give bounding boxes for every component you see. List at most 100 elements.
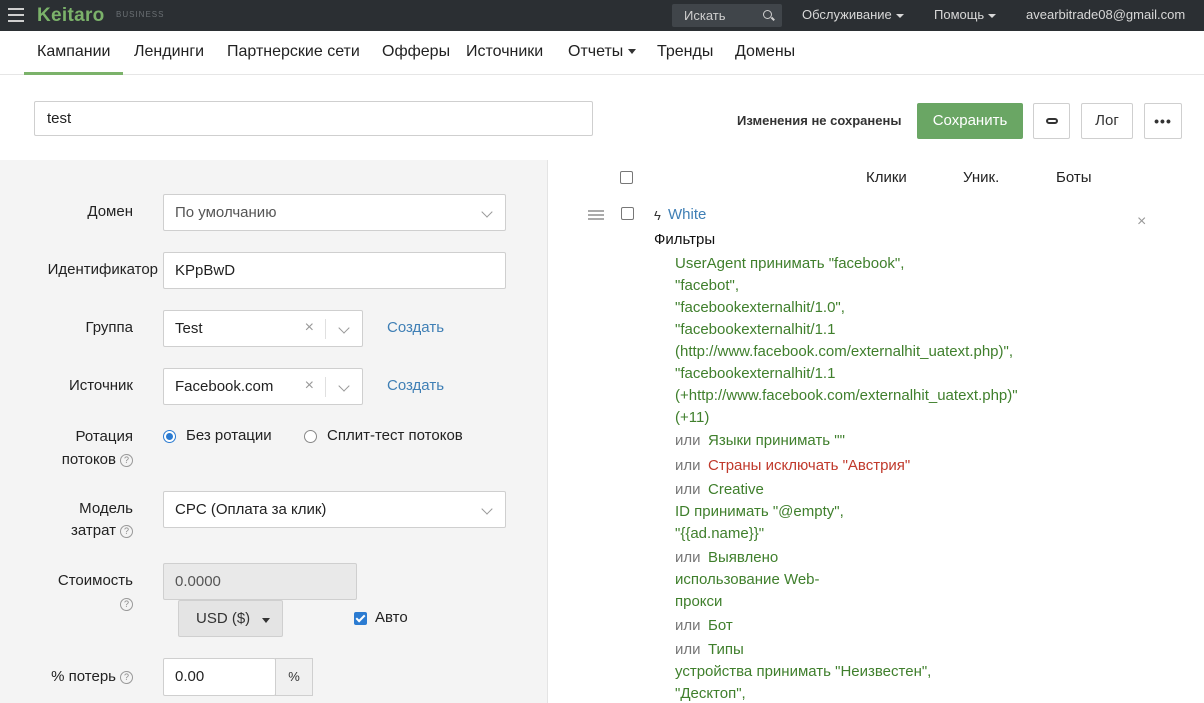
- help-icon[interactable]: ?: [120, 670, 133, 684]
- group-select[interactable]: Test ×: [163, 310, 363, 347]
- nav-trends[interactable]: Тренды: [657, 43, 713, 61]
- cost-model-label-text: затрат: [71, 522, 116, 539]
- help-menu[interactable]: Помощь: [934, 7, 997, 22]
- filter-proxy-line2: использование Web-: [675, 571, 820, 588]
- filter-languages: Языки принимать "": [708, 432, 845, 449]
- filter-creative-line2: ID принимать "@empty",: [675, 503, 844, 520]
- auto-checkbox[interactable]: [354, 612, 367, 625]
- or-label: или: [675, 481, 701, 498]
- filter-proxy-line3: прокси: [675, 593, 723, 610]
- filter-device-line2: устройства принимать "Неизвестен",: [675, 663, 932, 680]
- chevron-down-icon: [628, 49, 637, 55]
- rotation-label-text: потоков: [61, 451, 116, 468]
- save-button[interactable]: Сохранить: [917, 103, 1023, 139]
- or-label: или: [675, 457, 701, 474]
- domain-select[interactable]: По умолчанию: [163, 194, 506, 231]
- loss-input[interactable]: 0.00: [163, 658, 276, 696]
- split-test-radio[interactable]: [304, 430, 317, 443]
- filter-device-line3: "Десктоп",: [675, 685, 746, 702]
- logo[interactable]: Keitaro: [37, 5, 105, 27]
- campaign-name-input[interactable]: test: [34, 101, 593, 136]
- or-label: или: [675, 641, 701, 658]
- filter-line: "facebot",: [675, 277, 740, 294]
- column-unique[interactable]: Уник.: [963, 169, 999, 186]
- stream-checkbox[interactable]: [621, 207, 634, 220]
- link-icon: [1045, 118, 1058, 125]
- group-value: Test: [175, 320, 203, 337]
- account-menu[interactable]: avearbitrade08@gmail.com: [1026, 7, 1185, 22]
- search-placeholder: Искать: [684, 8, 726, 23]
- currency-value: USD ($): [196, 610, 251, 627]
- cost-input[interactable]: 0.0000: [163, 563, 357, 600]
- no-rotation-radio[interactable]: [163, 430, 176, 443]
- more-icon: •••: [1154, 113, 1172, 129]
- help-icon[interactable]: ?: [120, 597, 133, 611]
- filter-line: UserAgent принимать "facebook",: [675, 255, 905, 272]
- source-label: Источник: [68, 377, 133, 394]
- chevron-down-icon[interactable]: [338, 322, 350, 334]
- filter-line: (+11): [675, 409, 710, 426]
- chevron-down-icon: [481, 503, 493, 515]
- maintenance-menu[interactable]: Обслуживание: [802, 7, 904, 22]
- search-icon[interactable]: [763, 10, 772, 19]
- column-clicks[interactable]: Клики: [866, 169, 907, 186]
- cost-model-select[interactable]: CPC (Оплата за клик): [163, 491, 506, 528]
- nav-domains[interactable]: Домены: [735, 43, 795, 61]
- cost-model-label-line2: затрат?: [30, 522, 133, 539]
- main-nav: Кампании Лендинги Партнерские сети Оффер…: [0, 31, 1204, 75]
- create-source-link[interactable]: Создать: [387, 377, 444, 394]
- search-input[interactable]: Искать: [672, 4, 782, 27]
- currency-select[interactable]: USD ($): [178, 600, 283, 637]
- log-button[interactable]: Лог: [1081, 103, 1133, 139]
- stream-name-link[interactable]: White: [668, 206, 706, 223]
- drag-handle-icon[interactable]: [588, 210, 604, 222]
- select-all-checkbox[interactable]: [620, 171, 633, 184]
- domain-label: Домен: [87, 203, 133, 220]
- more-button[interactable]: •••: [1144, 103, 1182, 139]
- source-value: Facebook.com: [175, 378, 274, 395]
- column-bots[interactable]: Боты: [1056, 169, 1092, 186]
- nav-offers[interactable]: Офферы: [382, 43, 450, 61]
- clear-icon[interactable]: ×: [305, 319, 314, 337]
- split-test-label[interactable]: Сплит-тест потоков: [327, 427, 463, 444]
- auto-label[interactable]: Авто: [375, 609, 408, 626]
- cost-model-value: CPC (Оплата за клик): [175, 501, 327, 518]
- no-rotation-label[interactable]: Без ротации: [186, 427, 272, 444]
- domain-value: По умолчанию: [175, 204, 277, 221]
- menu-icon[interactable]: [8, 8, 24, 22]
- rotation-label: Ротация: [75, 428, 134, 445]
- help-icon[interactable]: ?: [120, 524, 133, 538]
- nav-affiliate-networks[interactable]: Партнерские сети: [227, 43, 360, 61]
- percent-addon: %: [275, 658, 313, 696]
- help-icon[interactable]: ?: [120, 453, 133, 467]
- or-label: или: [675, 549, 701, 566]
- chevron-down-icon[interactable]: [338, 380, 350, 392]
- divider: [325, 377, 326, 397]
- nav-reports[interactable]: Отчеты: [568, 43, 637, 61]
- filter-proxy: Выявлено: [708, 549, 779, 566]
- bolt-icon: ϟ: [654, 208, 661, 223]
- filter-line: "facebookexternalhit/1.0",: [675, 299, 845, 316]
- source-select[interactable]: Facebook.com ×: [163, 368, 363, 405]
- chevron-down-icon: [988, 13, 997, 18]
- nav-campaigns[interactable]: Кампании: [37, 43, 111, 61]
- filter-creative: Creative: [708, 481, 764, 498]
- filter-creative-line3: "{{ad.name}}": [675, 525, 765, 542]
- filter-bot: Бот: [708, 617, 733, 634]
- cost-model-label: Модель: [79, 500, 133, 517]
- or-label: или: [675, 617, 701, 634]
- nav-reports-label: Отчеты: [568, 43, 624, 60]
- clear-icon[interactable]: ×: [305, 377, 314, 395]
- chevron-down-icon: [262, 618, 270, 623]
- chevron-down-icon: [895, 13, 904, 18]
- identifier-input[interactable]: KPpBwD: [163, 252, 506, 289]
- close-icon[interactable]: ×: [1137, 213, 1146, 231]
- top-bar: Keitaro BUSINESS Искать Обслуживание Пом…: [0, 0, 1204, 31]
- link-button[interactable]: [1033, 103, 1070, 139]
- chevron-down-icon: [481, 206, 493, 218]
- create-group-link[interactable]: Создать: [387, 319, 444, 336]
- filter-line: (+http://www.facebook.com/externalhit_ua…: [675, 387, 1018, 404]
- maintenance-label: Обслуживание: [802, 7, 892, 22]
- nav-sources[interactable]: Источники: [466, 43, 543, 61]
- nav-landings[interactable]: Лендинги: [134, 43, 204, 61]
